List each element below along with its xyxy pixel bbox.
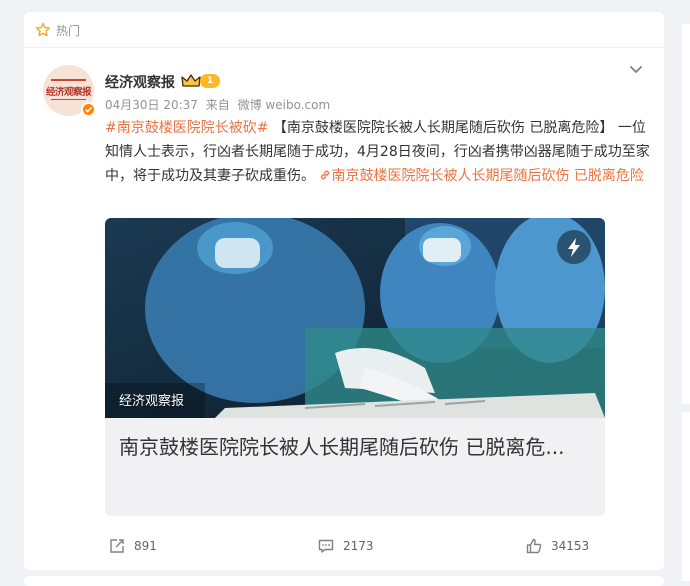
article-title[interactable]: 南京鼓楼医院院长被人长期尾随后砍伤 已脱离危...	[119, 432, 589, 462]
repost-count: 891	[134, 539, 157, 553]
source-prefix: 来自	[205, 98, 230, 112]
article-link-text[interactable]: 南京鼓楼医院院长被人长期尾随后砍伤 已脱离危险	[331, 168, 643, 184]
surgery-photo	[105, 218, 605, 418]
source: 微博 weibo.com	[237, 98, 331, 112]
side-panel-edge	[682, 412, 690, 581]
next-post-card	[24, 576, 664, 586]
repost-button[interactable]: 891	[108, 532, 157, 560]
comment-button[interactable]: 2173	[317, 532, 374, 560]
side-panel-edge	[682, 24, 690, 404]
like-count: 34153	[551, 539, 590, 553]
topic-link[interactable]: #南京鼓楼医院院长被砍#	[105, 120, 268, 136]
article-card[interactable]: 经济观察报 南京鼓楼医院院长被人长期尾随后砍伤 已脱离危...	[105, 218, 605, 516]
article-link[interactable]: 南京鼓楼医院院长被人长期尾随后砍伤 已脱离危险	[319, 168, 644, 184]
chevron-down-icon[interactable]	[627, 60, 645, 78]
timestamp[interactable]: 04月30日 20:37	[105, 98, 198, 112]
author-name[interactable]: 经济观察报	[105, 72, 175, 92]
action-bar: 891 2173 34153	[24, 532, 664, 562]
hot-label: 热门	[56, 24, 81, 38]
like-icon	[526, 538, 542, 554]
avatar-decoration	[51, 79, 86, 81]
avatar-text: 经济观察报	[45, 87, 92, 98]
bolt-icon	[557, 230, 591, 264]
star-icon	[36, 22, 50, 37]
crown-icon	[181, 74, 201, 87]
post-meta: 04月30日 20:37 来自 微博 weibo.com	[105, 96, 334, 113]
post-headline: 【南京鼓楼医院院长被人长期尾随后砍伤 已脱离危险】	[272, 120, 614, 136]
verified-icon	[81, 102, 96, 117]
post-body: #南京鼓楼医院院长被砍# 【南京鼓楼医院院长被人长期尾随后砍伤 已脱离危险】 一…	[105, 116, 650, 188]
comment-count: 2173	[343, 539, 374, 553]
media-source-tag: 经济观察报	[119, 394, 185, 409]
link-icon	[321, 170, 330, 180]
hot-header: 热门	[24, 12, 664, 48]
avatar-decoration	[51, 99, 86, 100]
comment-icon	[318, 539, 334, 553]
repost-icon	[110, 539, 124, 553]
like-button[interactable]: 34153	[525, 532, 589, 560]
level-badge: 1	[200, 74, 220, 88]
weibo-post-card: 热门 经济观察报 经济观察报 1 04月30日 20:37 来自 微博 weib…	[24, 12, 664, 570]
